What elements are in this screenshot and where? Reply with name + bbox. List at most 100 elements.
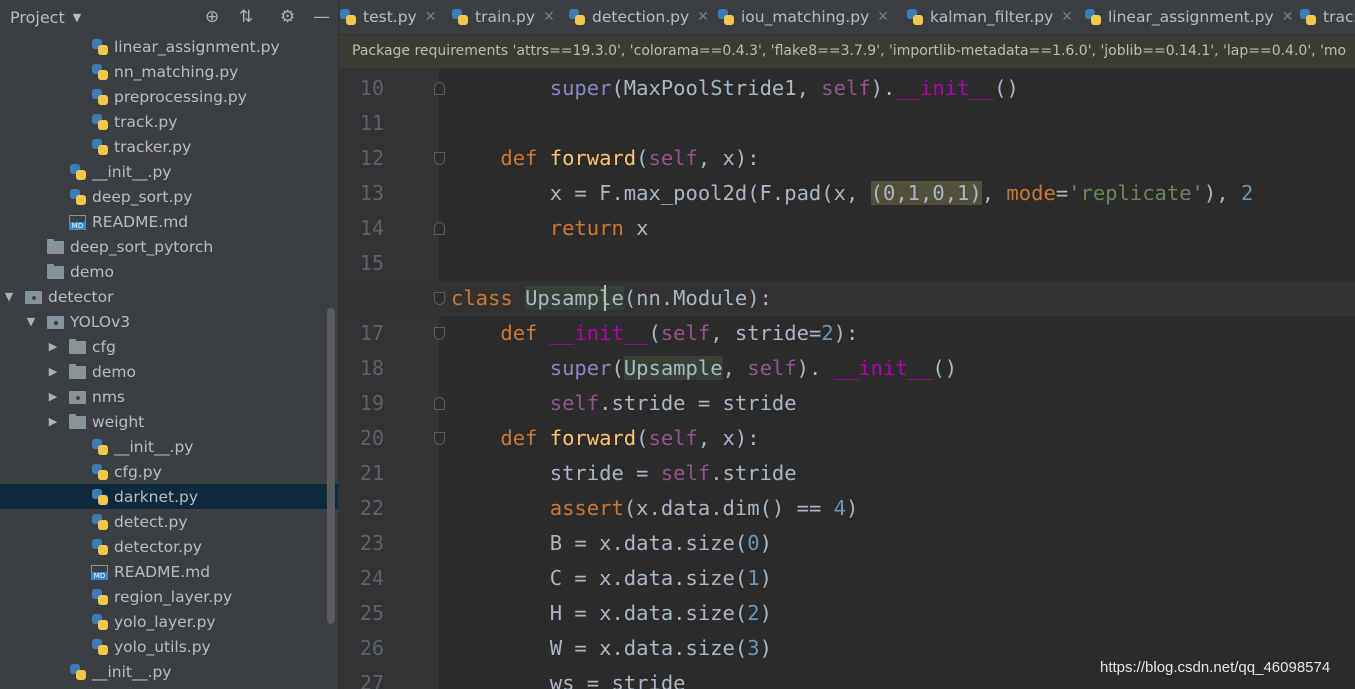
tree-item[interactable]: ▶deep_sort_pytorch bbox=[0, 234, 338, 259]
code-line[interactable]: return x bbox=[451, 211, 649, 246]
tree-item[interactable]: ▶cfg.py bbox=[0, 459, 338, 484]
fold-open-icon[interactable] bbox=[434, 152, 445, 165]
editor-tab[interactable]: detection.py ✕ bbox=[568, 0, 709, 34]
tree-item[interactable]: ▶region_layer.py bbox=[0, 584, 338, 609]
tree-item[interactable]: ▶detector.py bbox=[0, 534, 338, 559]
tree-item[interactable]: ▶nn_matching.py bbox=[0, 59, 338, 84]
code-token: = bbox=[1055, 181, 1069, 205]
tree-item-label: yolo_layer.py bbox=[114, 612, 216, 631]
code-line[interactable]: B = x.data.size(0) bbox=[451, 526, 772, 561]
tree-item[interactable]: ▶ weight bbox=[0, 409, 338, 434]
tree-item[interactable]: ▶__init__.py bbox=[0, 434, 338, 459]
tab-label: iou_matching.py bbox=[741, 8, 870, 26]
tree-item-label: detector.py bbox=[114, 537, 202, 556]
tree-item-label: detect.py bbox=[114, 512, 188, 531]
code-line[interactable]: ws = stride bbox=[451, 666, 686, 689]
tree-item[interactable]: ▶darknet.py bbox=[0, 484, 338, 509]
tree-item[interactable]: ▶detect.py bbox=[0, 509, 338, 534]
tree-item[interactable]: ▶ nms bbox=[0, 384, 338, 409]
tree-item[interactable]: ▶yolo_layer.py bbox=[0, 609, 338, 634]
collapsed-arrow-icon[interactable]: ▶ bbox=[47, 365, 59, 378]
close-icon[interactable]: ✕ bbox=[697, 9, 709, 25]
code-line[interactable]: super(Upsample, self). __init__() bbox=[451, 351, 957, 386]
fold-open-icon[interactable] bbox=[434, 327, 445, 340]
collapsed-arrow-icon[interactable]: ▶ bbox=[47, 390, 59, 403]
code-token: ) bbox=[759, 531, 772, 555]
python-file-icon bbox=[69, 663, 87, 680]
editor-tab[interactable]: track bbox=[1299, 0, 1355, 34]
fold-close-icon[interactable] bbox=[434, 397, 445, 410]
fold-open-icon[interactable] bbox=[434, 432, 445, 445]
code-line[interactable]: C = x.data.size(1) bbox=[451, 561, 772, 596]
line-number: 15 bbox=[359, 251, 384, 275]
close-icon[interactable]: ✕ bbox=[543, 9, 555, 25]
code-token: .stride = stride bbox=[599, 391, 797, 415]
gear-icon[interactable]: ⚙ bbox=[280, 7, 295, 27]
project-title[interactable]: Project bbox=[10, 8, 65, 27]
tree-item[interactable]: ▼ detector bbox=[0, 284, 338, 309]
tree-item[interactable]: ▶tracker.py bbox=[0, 134, 338, 159]
fold-close-icon[interactable] bbox=[434, 222, 445, 235]
code-line[interactable]: stride = self.stride bbox=[451, 456, 797, 491]
tree-scrollbar[interactable] bbox=[327, 308, 335, 624]
expanded-arrow-icon[interactable]: ▼ bbox=[25, 315, 37, 328]
collapsed-arrow-icon[interactable]: ▶ bbox=[47, 340, 59, 353]
code-line[interactable]: def __init__(self, stride=2): bbox=[451, 316, 858, 351]
code-line[interactable]: W = x.data.size(3) bbox=[451, 631, 772, 666]
code-line[interactable]: x = F.max_pool2d(F.pad(x, (0,1,0,1), mod… bbox=[451, 176, 1253, 211]
editor-tab[interactable]: kalman_filter.py ✕ bbox=[906, 0, 1073, 34]
code-token: 2 bbox=[747, 601, 760, 625]
tree-item[interactable]: ▶deep_sort.py bbox=[0, 184, 338, 209]
chevron-down-icon[interactable]: ▼ bbox=[73, 11, 81, 24]
code-editor[interactable]: 101112131415161718192021222324252627 sup… bbox=[339, 68, 1355, 689]
python-file-icon bbox=[91, 113, 109, 130]
close-icon[interactable]: ✕ bbox=[425, 9, 437, 25]
close-icon[interactable]: ✕ bbox=[877, 9, 889, 25]
code-token: x = F.max_pool2d(F.pad(x, bbox=[451, 181, 871, 205]
tree-item[interactable]: ▶README.md bbox=[0, 209, 338, 234]
code-token: return bbox=[549, 216, 637, 240]
line-number: 19 bbox=[359, 391, 384, 415]
code-line[interactable]: self.stride = stride bbox=[451, 386, 797, 421]
close-icon[interactable]: ✕ bbox=[1061, 9, 1073, 25]
tree-item-label: cfg.py bbox=[114, 462, 162, 481]
code-token: ( bbox=[636, 426, 649, 450]
tab-label: test.py bbox=[363, 8, 417, 26]
code-token: ), bbox=[1203, 181, 1241, 205]
code-token: super bbox=[549, 76, 612, 100]
minimize-icon[interactable]: — bbox=[313, 7, 330, 27]
editor-tab[interactable]: iou_matching.py ✕ bbox=[717, 0, 889, 34]
tree-item[interactable]: ▶preprocessing.py bbox=[0, 84, 338, 109]
close-icon[interactable]: ✕ bbox=[1282, 9, 1294, 25]
tree-item[interactable]: ▶track.py bbox=[0, 109, 338, 134]
code-line[interactable]: H = x.data.size(2) bbox=[451, 596, 772, 631]
package-requirements-banner[interactable]: Package requirements 'attrs==19.3.0', 'c… bbox=[339, 35, 1355, 68]
editor-tab[interactable]: train.py ✕ bbox=[451, 0, 555, 34]
expanded-arrow-icon[interactable]: ▼ bbox=[3, 290, 15, 303]
tree-item[interactable]: ▶__init__.py bbox=[0, 659, 338, 684]
code-line[interactable]: assert(x.data.dim() == 4) bbox=[451, 491, 859, 526]
tree-item[interactable]: ▶ cfg bbox=[0, 334, 338, 359]
tree-item[interactable]: ▶linear_assignment.py bbox=[0, 34, 338, 59]
collapse-all-icon[interactable]: ⇅ bbox=[239, 7, 253, 27]
editor-tab[interactable]: test.py ✕ bbox=[339, 0, 436, 34]
tree-item[interactable]: ▶demo bbox=[0, 359, 338, 384]
code-token: stride = bbox=[451, 461, 661, 485]
locate-icon[interactable]: ⊕ bbox=[205, 7, 219, 27]
python-file-icon bbox=[91, 588, 109, 605]
fold-open-icon[interactable] bbox=[434, 292, 445, 305]
tree-item[interactable]: ▼ YOLOv3 bbox=[0, 309, 338, 334]
fold-close-icon[interactable] bbox=[434, 82, 445, 95]
tree-item[interactable]: ▶README.md bbox=[0, 559, 338, 584]
tree-item[interactable]: ▶demo bbox=[0, 259, 338, 284]
line-number: 23 bbox=[359, 531, 384, 555]
collapsed-arrow-icon[interactable]: ▶ bbox=[47, 415, 59, 428]
code-line[interactable]: super(MaxPoolStride1, self).__init__() bbox=[451, 71, 1019, 106]
code-line[interactable]: class Upsample(nn.Module): bbox=[451, 281, 772, 316]
code-line[interactable]: def forward(self, x): bbox=[451, 421, 759, 456]
code-line[interactable]: def forward(self, x): bbox=[451, 141, 759, 176]
tree-item[interactable]: ▶__init__.py bbox=[0, 159, 338, 184]
tree-item[interactable]: ▶yolo_utils.py bbox=[0, 634, 338, 659]
editor-tab[interactable]: linear_assignment.py ✕ bbox=[1084, 0, 1293, 34]
